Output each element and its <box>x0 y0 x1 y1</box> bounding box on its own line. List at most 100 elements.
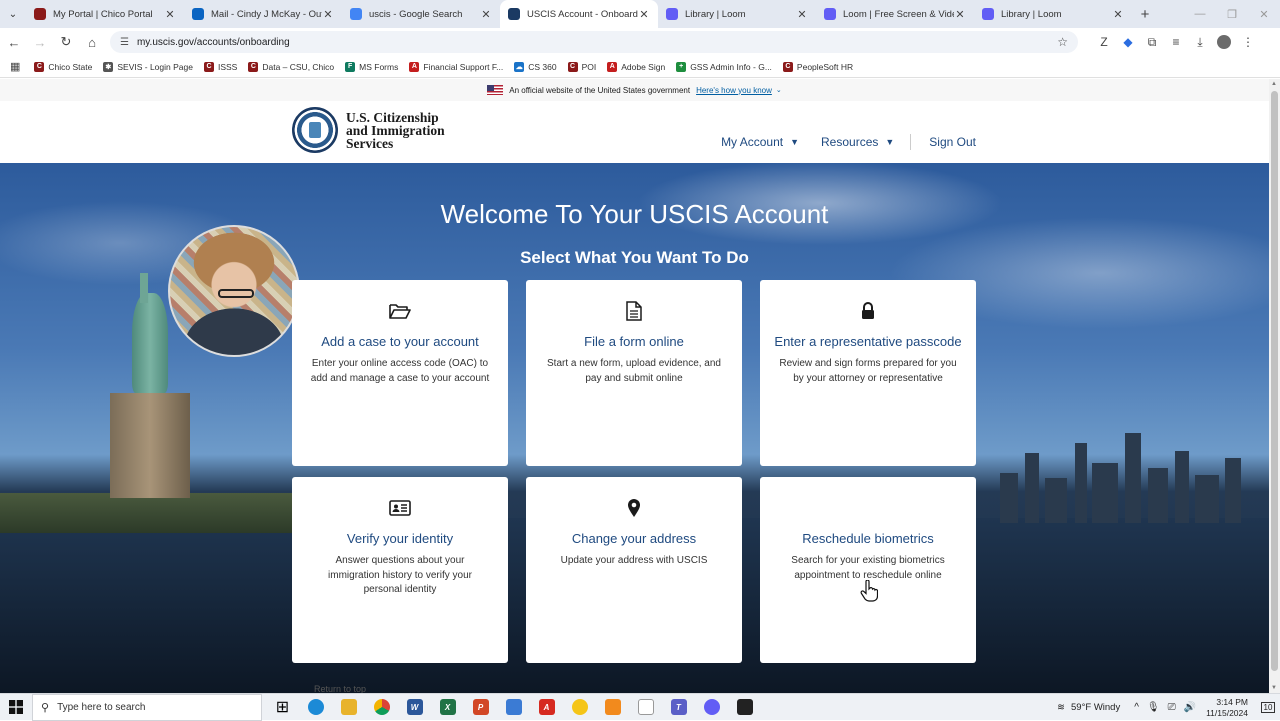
word-icon[interactable]: W <box>398 694 431 721</box>
profile-avatar[interactable] <box>1212 30 1236 54</box>
task-view-icon[interactable]: ⊞ <box>266 694 299 721</box>
bookmark-label: GSS Admin Info - G... <box>690 61 772 72</box>
uscis-logo[interactable]: U.S. Citizenship and Immigration Service… <box>292 107 445 153</box>
nav-my-account[interactable]: My Account ▼ <box>721 135 799 149</box>
tab-search-menu[interactable]: ⌄ <box>0 0 26 28</box>
network-icon[interactable]: ⎚ <box>1168 702 1176 713</box>
bookmark-item[interactable]: A Adobe Sign <box>607 61 665 72</box>
teams-icon[interactable]: T <box>662 694 695 721</box>
bookmark-item[interactable]: C POI <box>567 61 596 72</box>
new-tab-button[interactable]: + <box>1132 0 1158 28</box>
minimize-icon[interactable]: — <box>1184 0 1216 28</box>
bookmark-item[interactable]: C PeopleSoft HR <box>782 61 853 72</box>
file-explorer-icon[interactable] <box>332 694 365 721</box>
browser-tab[interactable]: Library | Loom ✕ <box>658 0 816 28</box>
close-tab-icon[interactable]: ✕ <box>322 8 334 21</box>
windows-start-icon[interactable] <box>0 694 32 721</box>
taskbar-clock[interactable]: 3:14 PM 11/15/2024 <box>1206 697 1248 719</box>
address-bar[interactable]: ☰ my.uscis.gov/accounts/onboarding ☆ <box>110 31 1078 53</box>
card-reschedule-biometrics[interactable]: Reschedule biometrics Search for your ex… <box>760 477 976 663</box>
close-tab-icon[interactable]: ✕ <box>638 8 650 21</box>
forward-button[interactable]: → <box>28 30 52 54</box>
edge-icon[interactable] <box>299 694 332 721</box>
home-button[interactable]: ⌂ <box>80 30 104 54</box>
chevron-down-icon[interactable]: ⌄ <box>776 86 782 94</box>
browser-tab[interactable]: uscis - Google Search ✕ <box>342 0 500 28</box>
reload-button[interactable]: ↻ <box>54 30 78 54</box>
card-change-address[interactable]: Change your address Update your address … <box>526 477 742 663</box>
snipping-tool-icon[interactable] <box>728 694 761 721</box>
close-tab-icon[interactable]: ✕ <box>480 8 492 21</box>
bookmark-favicon-icon: C <box>203 61 214 72</box>
bookmark-list: C Chico State ✱ SEVIS - Login Page C ISSS C Dat… <box>34 61 864 72</box>
browser-tab[interactable]: USCIS Account - Onboarding✕ <box>500 0 658 28</box>
apps-grid-icon[interactable]: ▦ <box>10 60 20 73</box>
chrome-icon[interactable] <box>365 694 398 721</box>
excel-icon[interactable]: X <box>431 694 464 721</box>
scrollbar-thumb[interactable] <box>1271 91 1278 671</box>
page-scrollbar[interactable]: ▲ ▼ <box>1269 79 1280 693</box>
windows-taskbar: ⚲ Type here to search ⊞ W X P A T ≋ 59°F… <box>0 693 1280 721</box>
chevron-up-icon[interactable]: ^ <box>1134 702 1139 713</box>
powerpoint-icon[interactable]: P <box>464 694 497 721</box>
taskbar-search[interactable]: ⚲ Type here to search <box>32 693 262 721</box>
card-file-form[interactable]: File a form online Start a new form, upl… <box>526 280 742 466</box>
browser-tab[interactable]: Mail - Cindy J McKay - Outlook✕ <box>184 0 342 28</box>
bookmark-item[interactable]: C Data – CSU, Chico <box>248 61 334 72</box>
hand-pointer-icon <box>760 497 976 519</box>
close-window-icon[interactable]: ✕ <box>1248 0 1280 28</box>
scroll-down-icon[interactable]: ▼ <box>1271 685 1277 691</box>
bookmark-item[interactable]: F MS Forms <box>345 61 398 72</box>
extensions-puzzle-icon[interactable]: ⧉ <box>1140 30 1164 54</box>
card-representative-passcode[interactable]: Enter a representative passcode Review a… <box>760 280 976 466</box>
site-info-icon[interactable]: ☰ <box>120 37 129 48</box>
card-verify-identity[interactable]: Verify your identity Answer questions ab… <box>292 477 508 663</box>
card-title: File a form online <box>584 334 684 349</box>
bookmark-star-icon[interactable]: ☆ <box>1057 35 1068 49</box>
downloads-icon[interactable]: ⤓ <box>1188 30 1212 54</box>
taskbar-search-placeholder: Type here to search <box>57 701 146 713</box>
close-tab-icon[interactable]: ✕ <box>164 8 176 21</box>
loom-app-icon[interactable] <box>695 694 728 721</box>
return-to-top-link[interactable]: Return to top <box>314 684 366 693</box>
browser-tab[interactable]: Library | Loom ✕ <box>974 0 1132 28</box>
close-tab-icon[interactable]: ✕ <box>954 8 966 21</box>
webcam-overlay[interactable] <box>168 225 300 357</box>
bookmark-item[interactable]: A Financial Support F... <box>409 61 503 72</box>
vlc-icon[interactable] <box>596 694 629 721</box>
card-add-case[interactable]: Add a case to your account Enter your on… <box>292 280 508 466</box>
sticky-app-icon[interactable] <box>563 694 596 721</box>
pen-app-icon[interactable] <box>497 694 530 721</box>
close-tab-icon[interactable]: ✕ <box>796 8 808 21</box>
nav-resources[interactable]: Resources ▼ <box>821 135 894 149</box>
sign-out-link[interactable]: Sign Out <box>929 135 976 149</box>
bookmark-item[interactable]: ✱ SEVIS - Login Page <box>103 61 193 72</box>
bookmarks-bar: ▦ C Chico State ✱ SEVIS - Login Page C ISSS C D… <box>0 56 1280 78</box>
bookmark-item[interactable]: C ISSS <box>203 61 237 72</box>
acrobat-icon[interactable]: A <box>530 694 563 721</box>
volume-icon[interactable]: 🔊 <box>1184 702 1196 713</box>
loom-icon <box>666 8 678 20</box>
url-text[interactable]: my.uscis.gov/accounts/onboarding <box>137 37 1057 48</box>
uscis-page: An official website of the United States… <box>0 79 1269 693</box>
close-tab-icon[interactable]: ✕ <box>1112 8 1124 21</box>
restore-icon[interactable]: ❐ <box>1216 0 1248 28</box>
scroll-up-icon[interactable]: ▲ <box>1271 81 1277 87</box>
browser-menu-icon[interactable]: ⋮ <box>1236 30 1260 54</box>
site-header: U.S. Citizenship and Immigration Service… <box>0 101 1269 163</box>
bookmark-item[interactable]: + GSS Admin Info - G... <box>676 61 772 72</box>
reading-list-icon[interactable]: ≡ <box>1164 30 1188 54</box>
bookmark-item[interactable]: C Chico State <box>34 61 92 72</box>
browser-tab[interactable]: Loom | Free Screen & Video Re✕ <box>816 0 974 28</box>
heres-how-you-know-link[interactable]: Here's how you know <box>696 86 772 95</box>
browser-tab[interactable]: My Portal | Chico Portal ✕ <box>26 0 184 28</box>
microphone-icon[interactable]: 🎙 <box>1147 702 1160 713</box>
back-button[interactable]: ← <box>2 30 26 54</box>
main-nav: My Account ▼ Resources ▼ Sign Out <box>699 134 976 150</box>
notification-icon[interactable]: 10 <box>1256 694 1280 721</box>
bookmark-item[interactable]: ☁ CS 360 <box>514 61 557 72</box>
weather-widget[interactable]: ≋ 59°F Windy <box>1057 702 1120 713</box>
zotero-extension-icon[interactable]: Z <box>1092 30 1116 54</box>
extension-icon[interactable]: ◆ <box>1116 30 1140 54</box>
notepad-icon[interactable] <box>629 694 662 721</box>
